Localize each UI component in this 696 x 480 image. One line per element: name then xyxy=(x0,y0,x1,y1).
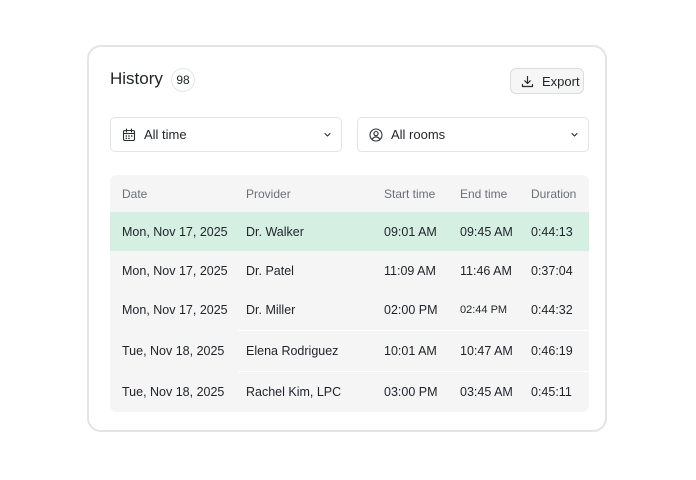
column-header-end-time[interactable]: End time xyxy=(460,175,507,212)
table-row[interactable]: Tue, Nov 18, 2025 Elena Rodriguez 10:01 … xyxy=(110,330,589,371)
calendar-icon xyxy=(122,127,136,142)
download-icon xyxy=(521,75,534,88)
table-row[interactable]: Mon, Nov 17, 2025 Dr. Patel 11:09 AM 11:… xyxy=(110,251,589,290)
row-end-time: 10:47 AM xyxy=(460,343,513,358)
row-start-time: 03:00 PM xyxy=(384,384,438,399)
row-end-time: 02:44 PM xyxy=(460,303,508,316)
row-start-time: 09:01 AM xyxy=(384,224,437,239)
row-date: Mon, Nov 17, 2025 xyxy=(122,302,228,317)
export-button[interactable]: Export xyxy=(510,68,584,94)
table-row[interactable]: Tue, Nov 18, 2025 Rachel Kim, LPC 03:00 … xyxy=(110,371,589,412)
rooms-filter-value: All rooms xyxy=(391,127,446,142)
chevron-down-icon xyxy=(323,130,332,139)
user-circle-icon xyxy=(369,127,383,142)
time-filter-value: All time xyxy=(144,127,187,142)
row-date: Tue, Nov 18, 2025 xyxy=(122,343,225,358)
row-duration: 0:44:32 xyxy=(531,302,573,317)
history-table: Date Provider Start time End time Durati… xyxy=(110,175,589,412)
row-end-time: 11:46 AM xyxy=(460,263,512,278)
row-duration: 0:37:04 xyxy=(531,263,573,278)
row-provider: Dr. Walker xyxy=(246,224,304,239)
table-row[interactable]: Mon, Nov 17, 2025 Dr. Walker 09:01 AM 09… xyxy=(110,212,589,251)
column-header-provider[interactable]: Provider xyxy=(246,175,291,212)
row-start-time: 10:01 AM xyxy=(384,343,437,358)
row-duration: 0:44:13 xyxy=(531,224,573,239)
row-date: Mon, Nov 17, 2025 xyxy=(122,263,228,278)
table-row[interactable]: Mon, Nov 17, 2025 Dr. Miller 02:00 PM 02… xyxy=(110,290,589,329)
row-provider: Dr. Miller xyxy=(246,302,296,317)
row-end-time: 09:45 AM xyxy=(460,224,513,239)
page-title: History xyxy=(110,69,163,88)
export-label: Export xyxy=(542,73,580,89)
row-date: Tue, Nov 18, 2025 xyxy=(122,384,225,399)
row-duration: 0:45:11 xyxy=(531,384,572,399)
table-header: Date Provider Start time End time Durati… xyxy=(110,175,589,212)
column-header-duration[interactable]: Duration xyxy=(531,175,576,212)
chevron-down-icon xyxy=(570,130,579,139)
history-card: History 98 Export All time All rooms Dat… xyxy=(87,45,607,432)
row-end-time: 03:45 AM xyxy=(460,384,513,399)
row-start-time: 02:00 PM xyxy=(384,302,438,317)
row-provider: Dr. Patel xyxy=(246,263,294,278)
column-header-date[interactable]: Date xyxy=(122,175,147,212)
row-start-time: 11:09 AM xyxy=(384,263,436,278)
row-provider: Elena Rodriguez xyxy=(246,343,339,358)
row-date: Mon, Nov 17, 2025 xyxy=(122,224,228,239)
column-header-start-time[interactable]: Start time xyxy=(384,175,435,212)
row-provider: Rachel Kim, LPC xyxy=(246,384,342,399)
count-badge: 98 xyxy=(171,68,195,92)
row-duration: 0:46:19 xyxy=(531,343,573,358)
rooms-filter-select[interactable]: All rooms xyxy=(357,117,589,152)
time-filter-select[interactable]: All time xyxy=(110,117,342,152)
